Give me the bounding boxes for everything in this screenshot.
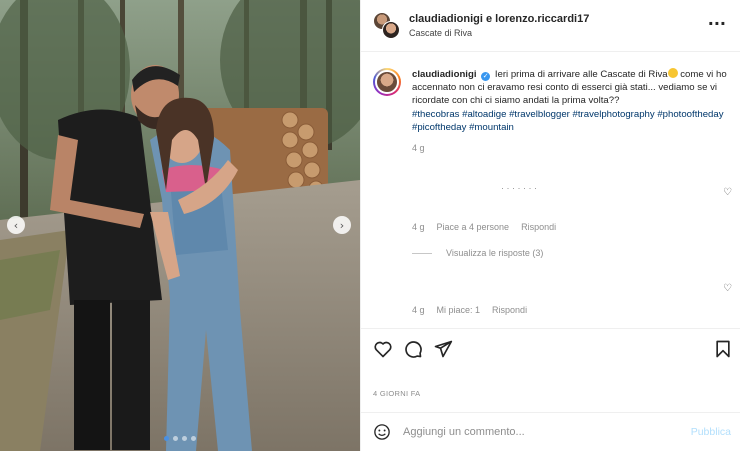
post-photo[interactable]: ‹ › xyxy=(0,0,360,451)
comment-text-faded: · · · · · · · xyxy=(501,183,537,193)
instagram-post-modal: ‹ › claudiadionigi e lorenzo.riccardi17 … xyxy=(0,0,740,451)
carousel-indicator xyxy=(0,436,360,441)
emoji-icon[interactable] xyxy=(373,423,391,441)
bookmark-icon[interactable] xyxy=(713,339,733,359)
post-header: claudiadionigi e lorenzo.riccardi17 Casc… xyxy=(361,0,740,52)
like-comment-heart-icon[interactable]: ♡ xyxy=(723,283,732,294)
comment-likes[interactable]: Mi piace: 1 xyxy=(437,305,481,315)
caption-username[interactable]: claudiadionigi xyxy=(412,69,477,80)
post-authors[interactable]: claudiadionigi e lorenzo.riccardi17 xyxy=(409,13,589,25)
carousel-prev-button[interactable]: ‹ xyxy=(7,216,25,234)
like-comment-heart-icon[interactable]: ♡ xyxy=(723,187,732,198)
comment-likes[interactable]: Piace a 4 persone xyxy=(437,222,510,232)
avatar xyxy=(382,20,400,39)
header-text: claudiadionigi e lorenzo.riccardi17 Casc… xyxy=(409,13,589,38)
post-actions xyxy=(361,328,740,368)
post-side-panel: claudiadionigi e lorenzo.riccardi17 Casc… xyxy=(360,0,740,451)
comment-meta: 4 g Mi piace: 1 Rispondi xyxy=(412,305,527,315)
add-comment-input[interactable] xyxy=(403,426,673,438)
grin-emoji-icon xyxy=(667,68,678,78)
comment-time: 4 g xyxy=(412,305,425,315)
caption-body: claudiadionigi ✓ Ieri prima di arrivare … xyxy=(412,68,729,155)
verified-badge-icon: ✓ xyxy=(481,72,491,81)
reply-button[interactable]: Rispondi xyxy=(521,222,556,232)
post-location[interactable]: Cascate di Riva xyxy=(409,28,589,38)
share-icon[interactable] xyxy=(433,339,453,359)
view-replies-button[interactable]: Visualizza le risposte (3) xyxy=(412,248,543,258)
heart-icon[interactable] xyxy=(373,339,393,359)
comment-time: 4 g xyxy=(412,222,425,232)
comment-icon[interactable] xyxy=(403,339,423,359)
comment-meta: 4 g Piace a 4 persone Rispondi xyxy=(412,222,556,232)
view-replies-label: Visualizza le risposte (3) xyxy=(446,248,544,258)
more-horizontal-icon[interactable]: ··· xyxy=(708,14,726,33)
carousel-dot xyxy=(164,436,169,441)
caption: claudiadionigi ✓ Ieri prima di arrivare … xyxy=(361,52,740,155)
post-date[interactable]: 4 GIORNI FA xyxy=(373,389,420,398)
caption-text: Ieri prima di arrivare alle Cascate di R… xyxy=(494,69,668,80)
add-comment-bar: Pubblica xyxy=(361,412,740,451)
caption-time: 4 g xyxy=(412,143,425,154)
caption-avatar[interactable] xyxy=(373,68,401,96)
publish-button[interactable]: Pubblica xyxy=(691,426,731,438)
collab-avatars[interactable] xyxy=(373,11,401,40)
carousel-dot xyxy=(191,436,196,441)
comments-scroll-area[interactable]: claudiadionigi ✓ Ieri prima di arrivare … xyxy=(361,52,740,328)
carousel-dot xyxy=(182,436,187,441)
carousel-dot xyxy=(173,436,178,441)
caption-hashtags[interactable]: #thecobras #altoadige #travelblogger #tr… xyxy=(412,108,729,134)
photo-scene xyxy=(0,0,360,451)
carousel-next-button[interactable]: › xyxy=(333,216,351,234)
reply-button[interactable]: Rispondi xyxy=(492,305,527,315)
